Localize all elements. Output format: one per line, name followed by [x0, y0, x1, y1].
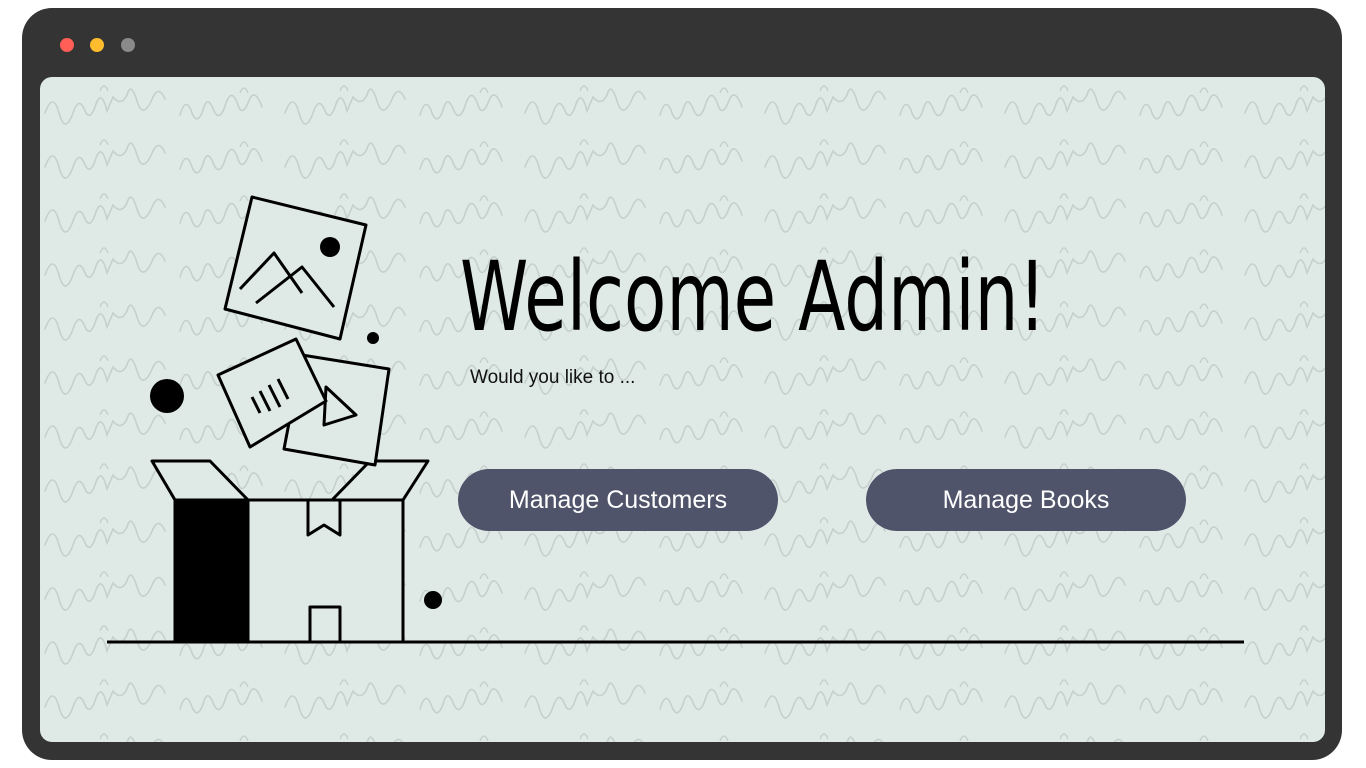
minimize-dot[interactable] — [90, 38, 104, 52]
media-box-illustration — [107, 195, 1244, 644]
dot-medium — [424, 591, 442, 609]
open-box-icon — [150, 459, 430, 644]
page-title: Welcome Admin! — [460, 241, 1047, 353]
manage-books-button[interactable]: Manage Books — [866, 469, 1186, 531]
main-panel: Welcome Admin! Would you like to ... Man… — [40, 77, 1325, 742]
dot-large — [150, 379, 184, 413]
page-subtitle: Would you like to ... — [470, 367, 636, 388]
image-card-icon — [223, 195, 368, 341]
manage-customers-button[interactable]: Manage Customers — [458, 469, 778, 531]
maximize-dot[interactable] — [121, 38, 135, 52]
app-window: Welcome Admin! Would you like to ... Man… — [22, 8, 1342, 760]
dot-small — [367, 332, 379, 344]
close-dot[interactable] — [60, 38, 74, 52]
